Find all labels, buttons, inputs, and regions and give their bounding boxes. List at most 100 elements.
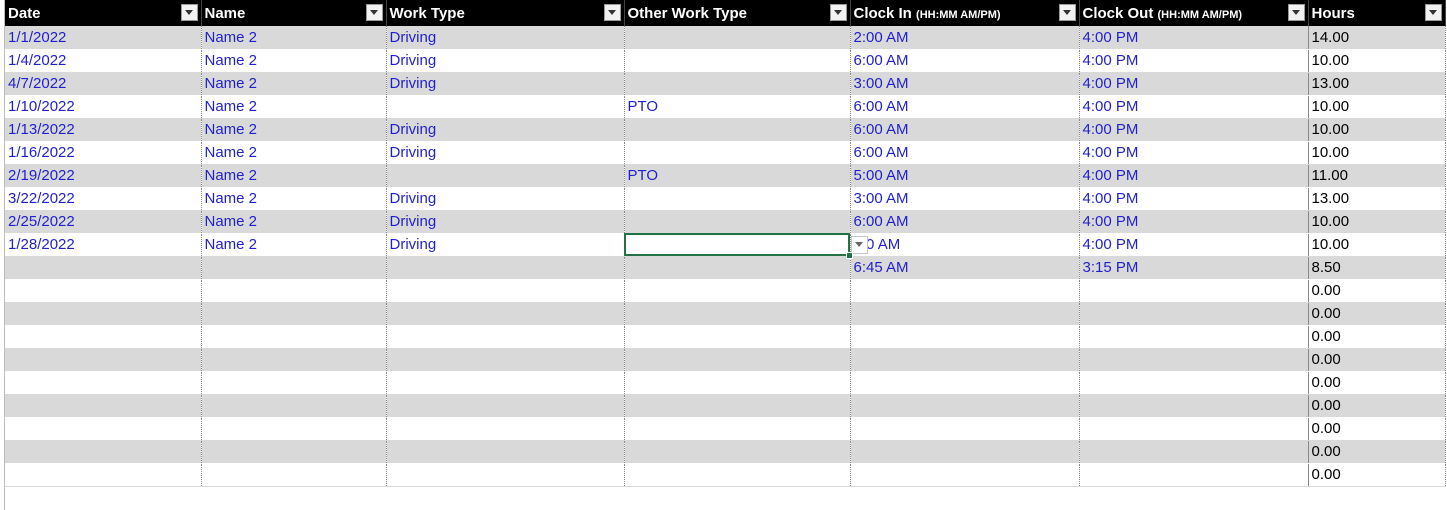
cell-work-type[interactable]: Driving — [386, 72, 625, 96]
cell-work-type[interactable]: Driving — [386, 210, 625, 234]
filter-dropdown-button[interactable] — [829, 4, 847, 21]
cell-clock-out[interactable]: 4:00 PM — [1079, 187, 1309, 211]
cell-clock-in[interactable]: 6:00 AM — [850, 118, 1080, 142]
cell-date[interactable]: 1/13/2022 — [5, 118, 202, 142]
cell-other-work-type[interactable]: PTO — [624, 95, 851, 119]
cell-other-work-type[interactable] — [624, 302, 851, 326]
cell-clock-out[interactable] — [1079, 440, 1309, 464]
cell-clock-in[interactable] — [850, 417, 1080, 441]
cell-hours[interactable]: 0.00 — [1307, 463, 1446, 487]
cell-date[interactable] — [5, 394, 202, 418]
cell-name[interactable] — [201, 440, 387, 464]
cell-work-type[interactable]: Driving — [386, 49, 625, 73]
cell-date[interactable]: 1/28/2022 — [5, 233, 202, 257]
filter-dropdown-button[interactable] — [1287, 4, 1305, 21]
cell-other-work-type[interactable] — [624, 325, 851, 349]
cell-clock-out[interactable]: 4:00 PM — [1079, 26, 1309, 50]
cell-name[interactable] — [201, 256, 387, 280]
cell-name[interactable]: Name 2 — [201, 72, 387, 96]
cell-clock-in[interactable]: 6:00 AM — [850, 210, 1080, 234]
filter-dropdown-button[interactable] — [180, 4, 198, 21]
cell-date[interactable] — [5, 279, 202, 303]
cell-date[interactable]: 1/16/2022 — [5, 141, 202, 165]
filter-dropdown-button[interactable] — [1424, 4, 1442, 21]
cell-hours[interactable]: 13.00 — [1307, 72, 1446, 96]
cell-other-work-type[interactable] — [624, 233, 868, 259]
cell-clock-out[interactable]: 4:00 PM — [1079, 49, 1309, 73]
cell-name[interactable] — [201, 371, 387, 395]
fill-handle[interactable] — [845, 251, 853, 259]
cell-name[interactable]: Name 2 — [201, 95, 387, 119]
cell-date[interactable]: 2/25/2022 — [5, 210, 202, 234]
cell-name[interactable]: Name 2 — [201, 49, 387, 73]
cell-clock-out[interactable] — [1079, 371, 1309, 395]
cell-name[interactable]: Name 2 — [201, 164, 387, 188]
cell-hours[interactable]: 0.00 — [1307, 371, 1446, 395]
cell-name[interactable] — [201, 348, 387, 372]
cell-name[interactable]: Name 2 — [201, 141, 387, 165]
cell-hours[interactable]: 10.00 — [1307, 49, 1446, 73]
cell-clock-out[interactable]: 4:00 PM — [1079, 95, 1309, 119]
cell-clock-in[interactable]: 2:00 AM — [850, 26, 1080, 50]
cell-work-type[interactable]: Driving — [386, 26, 625, 50]
cell-hours[interactable]: 0.00 — [1307, 440, 1446, 464]
cell-work-type[interactable]: Driving — [386, 118, 625, 142]
cell-clock-out[interactable] — [1079, 417, 1309, 441]
cell-date[interactable] — [5, 463, 202, 487]
cell-clock-in[interactable] — [850, 302, 1080, 326]
cell-hours[interactable]: 10.00 — [1307, 233, 1446, 257]
cell-clock-out[interactable]: 4:00 PM — [1079, 210, 1309, 234]
cell-clock-out[interactable]: 4:00 PM — [1079, 164, 1309, 188]
cell-work-type[interactable] — [386, 164, 625, 188]
cell-work-type[interactable]: Driving — [386, 233, 625, 257]
cell-clock-in[interactable]: 6:00 AM — [850, 95, 1080, 119]
cell-clock-in[interactable] — [850, 394, 1080, 418]
cell-clock-in[interactable]: :00 AM — [850, 233, 1080, 257]
cell-clock-out[interactable] — [1079, 279, 1309, 303]
cell-dropdown-button[interactable] — [850, 235, 868, 254]
cell-clock-in[interactable] — [850, 325, 1080, 349]
cell-date[interactable] — [5, 371, 202, 395]
filter-dropdown-button[interactable] — [603, 4, 621, 21]
cell-hours[interactable]: 0.00 — [1307, 394, 1446, 418]
cell-work-type[interactable]: Driving — [386, 187, 625, 211]
cell-work-type[interactable] — [386, 302, 625, 326]
cell-other-work-type[interactable] — [624, 440, 851, 464]
cell-hours[interactable]: 0.00 — [1307, 325, 1446, 349]
cell-name[interactable] — [201, 394, 387, 418]
cell-other-work-type[interactable] — [624, 371, 851, 395]
cell-other-work-type[interactable] — [624, 49, 851, 73]
cell-hours[interactable]: 13.00 — [1307, 187, 1446, 211]
cell-clock-out[interactable] — [1079, 348, 1309, 372]
cell-work-type[interactable]: Driving — [386, 141, 625, 165]
cell-name[interactable] — [201, 325, 387, 349]
cell-work-type[interactable] — [386, 440, 625, 464]
cell-clock-out[interactable]: 4:00 PM — [1079, 233, 1309, 257]
cell-hours[interactable]: 11.00 — [1307, 164, 1446, 188]
cell-clock-out[interactable] — [1079, 302, 1309, 326]
cell-hours[interactable]: 14.00 — [1307, 26, 1446, 50]
cell-other-work-type[interactable] — [624, 394, 851, 418]
cell-hours[interactable]: 0.00 — [1307, 279, 1446, 303]
column-header-name[interactable]: Name — [201, 0, 387, 26]
column-header-date[interactable]: Date — [5, 0, 202, 26]
cell-date[interactable] — [5, 256, 202, 280]
cell-clock-in[interactable]: 6:45 AM — [850, 256, 1080, 280]
cell-name[interactable] — [201, 302, 387, 326]
cell-name[interactable]: Name 2 — [201, 118, 387, 142]
cell-other-work-type[interactable] — [624, 118, 851, 142]
cell-hours[interactable]: 10.00 — [1307, 95, 1446, 119]
cell-name[interactable] — [201, 279, 387, 303]
cell-date[interactable]: 3/22/2022 — [5, 187, 202, 211]
cell-clock-in[interactable] — [850, 371, 1080, 395]
cell-name[interactable]: Name 2 — [201, 26, 387, 50]
cell-other-work-type[interactable] — [624, 210, 851, 234]
cell-hours[interactable]: 0.00 — [1307, 348, 1446, 372]
cell-name[interactable] — [201, 417, 387, 441]
cell-clock-in[interactable] — [850, 348, 1080, 372]
cell-hours[interactable]: 8.50 — [1307, 256, 1446, 280]
cell-clock-out[interactable]: 4:00 PM — [1079, 141, 1309, 165]
cell-date[interactable] — [5, 440, 202, 464]
cell-other-work-type[interactable] — [624, 348, 851, 372]
cell-date[interactable]: 1/10/2022 — [5, 95, 202, 119]
